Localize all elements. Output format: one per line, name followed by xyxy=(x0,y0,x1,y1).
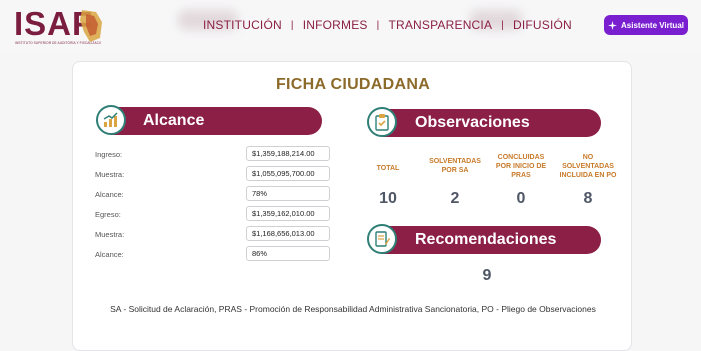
sparkle-icon xyxy=(608,20,617,30)
ingreso-value: $1,359,188,214.00 xyxy=(246,146,330,161)
page-title: FICHA CIUDADANA xyxy=(275,76,431,93)
nav-institucion[interactable]: INSTITUCIÓN xyxy=(203,18,282,32)
recomendaciones-value: 9 xyxy=(482,267,492,284)
alcance-icon-wrap xyxy=(96,105,126,135)
recomendaciones-icon-wrap xyxy=(367,224,397,254)
observaciones-heading: Observaciones xyxy=(415,114,530,131)
nav-difusion[interactable]: DIFUSIÓN xyxy=(513,18,572,32)
nav-separator: | xyxy=(501,19,504,31)
ingreso-label: Ingreso: xyxy=(95,150,123,159)
ficha-card: FICHA CIUDADANA Alcance Ingreso: $1,359,… xyxy=(72,61,632,351)
nav-transparencia[interactable]: TRANSPARENCIA xyxy=(388,18,492,32)
alcance-egreso-label: Alcance: xyxy=(95,250,124,259)
alcance-egreso-value: 86% xyxy=(246,246,330,261)
abbreviations-footnote: SA - Solicitud de Aclaración, PRAS - Pro… xyxy=(110,304,596,314)
document-pen-icon xyxy=(375,231,390,247)
alcance-ingreso-value: 78% xyxy=(246,186,330,201)
sonora-map-icon xyxy=(80,10,102,42)
obs-total-value: 10 xyxy=(379,190,397,207)
alcance-banner: Alcance xyxy=(111,107,322,135)
muestra-ingreso-value: $1,055,095,700.00 xyxy=(246,166,330,181)
clipboard-check-icon xyxy=(375,114,389,131)
obs-concluidas-value: 0 xyxy=(516,190,526,207)
logo-subtitle: INSTITUTO SUPERIOR DE AUDITORÍA Y FISCAL… xyxy=(15,41,101,45)
muestra-egreso-value: $1,168,656,013.00 xyxy=(246,226,330,241)
recomendaciones-heading: Recomendaciones xyxy=(415,231,557,248)
muestra-ingreso-label: Muestra: xyxy=(95,170,125,179)
main-nav: INSTITUCIÓN | INFORMES | TRANSPARENCIA |… xyxy=(203,18,572,32)
obs-concluidas-label: CONCLUIDAS POR INICIO DE PRAS xyxy=(495,154,547,179)
obs-solventadas-label: SOLVENTADAS POR SA xyxy=(429,158,481,174)
alcance-ingreso-label: Alcance: xyxy=(95,190,124,199)
nav-separator: | xyxy=(376,19,380,31)
obs-solventadas-value: 2 xyxy=(450,190,460,207)
chart-growth-icon xyxy=(103,112,118,127)
virtual-assistant-button[interactable]: Asistente Virtual xyxy=(604,15,688,35)
egreso-value: $1,359,162,010.00 xyxy=(246,206,330,221)
obs-no-solventadas-value: 8 xyxy=(583,190,593,207)
muestra-egreso-label: Muestra: xyxy=(95,230,125,239)
virtual-assistant-label: Asistente Virtual xyxy=(621,20,684,30)
obs-no-solventadas-label: NO SOLVENTADAS INCLUIDA EN PO xyxy=(559,154,617,179)
site-header: ISAF INSTITUTO SUPERIOR DE AUDITORÍA Y F… xyxy=(0,0,701,52)
recomendaciones-banner: Recomendaciones xyxy=(383,226,601,254)
observaciones-icon-wrap xyxy=(367,107,397,137)
isaf-logo[interactable]: ISAF INSTITUTO SUPERIOR DE AUDITORÍA Y F… xyxy=(14,6,104,46)
observaciones-banner: Observaciones xyxy=(383,109,601,137)
alcance-heading: Alcance xyxy=(143,112,205,129)
egreso-label: Egreso: xyxy=(95,210,121,219)
nav-informes[interactable]: INFORMES xyxy=(303,18,368,32)
nav-separator: | xyxy=(290,19,294,31)
obs-total-label: TOTAL xyxy=(376,165,400,172)
